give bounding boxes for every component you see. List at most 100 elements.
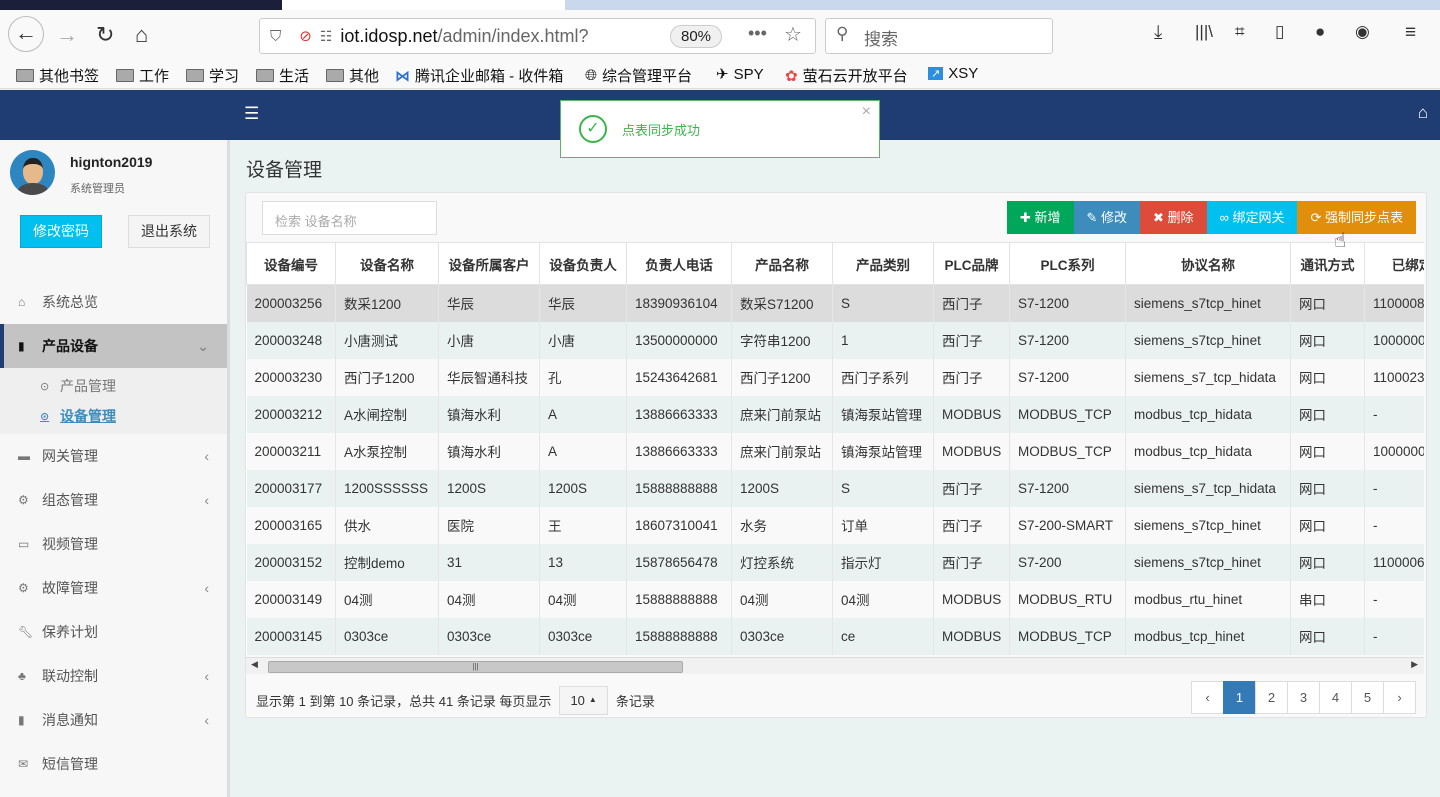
action-button[interactable]: ∞ 绑定网关: [1206, 201, 1298, 234]
page-button[interactable]: 2: [1255, 681, 1288, 714]
table-row[interactable]: 200003256 数采1200 华辰 华辰 18390936104 数采S71200 S 西…: [246, 284, 1424, 322]
page-button[interactable]: 1: [1223, 681, 1256, 714]
next-page-button[interactable]: ›: [1383, 681, 1416, 714]
column-header[interactable]: 设备所属客户: [438, 242, 540, 285]
scroll-right-icon[interactable]: ▶: [1411, 659, 1418, 670]
column-header[interactable]: 产品类别: [832, 242, 934, 285]
page-size-select[interactable]: 10 ▲: [559, 686, 608, 715]
bookmark-folder[interactable]: 工作: [116, 65, 169, 86]
table-cell: 小唐: [438, 321, 540, 359]
account-icon[interactable]: ◉: [1355, 22, 1370, 42]
sidebar-item[interactable]: ⚙ 组态管理 ‹: [0, 478, 227, 522]
sidebar-item[interactable]: ⌂ 系统总览: [0, 280, 227, 324]
sidebar-toggle-icon[interactable]: ☰: [244, 104, 259, 124]
reload-icon[interactable]: ↻: [96, 22, 114, 48]
table-cell: 200003211: [246, 432, 336, 470]
table-row[interactable]: 200003212 A水闸控制 镇海水利 A 13886663333 庶来门前泵站 镇海泵站…: [246, 395, 1424, 433]
scrollbar-thumb[interactable]: |||: [268, 661, 683, 673]
browser-search-input[interactable]: ⚲ 搜索: [825, 18, 1053, 54]
bookmark-link[interactable]: 🌐︎ 综合管理平台: [585, 65, 692, 86]
records-suffix: 条记录: [615, 694, 655, 709]
chevron-left-icon: ‹: [204, 448, 209, 464]
sidebar-icon[interactable]: ▯: [1275, 22, 1284, 42]
bookmark-star-icon[interactable]: ☆: [784, 22, 802, 47]
column-header[interactable]: 设备名称: [335, 242, 439, 285]
more-icon[interactable]: •••: [748, 23, 767, 44]
shield-icon: ⛉: [270, 27, 282, 45]
download-icon[interactable]: ⤓: [1154, 22, 1162, 44]
table-row[interactable]: 200003152 控制demo 31 13 15878656478 灯控系统 指示灯 西门子…: [246, 543, 1424, 581]
table-cell: 0303ce: [731, 617, 833, 655]
column-header[interactable]: 设备编号: [246, 242, 336, 285]
sidebar-subitem[interactable]: ⊙ 设备管理: [0, 401, 227, 431]
page-button[interactable]: 4: [1319, 681, 1352, 714]
table-cell: 04测: [832, 580, 934, 618]
bookmark-folder[interactable]: 生活: [256, 65, 309, 86]
table-cell: -: [1364, 395, 1424, 433]
sidebar-subitem[interactable]: ⊙ 产品管理: [0, 371, 227, 401]
library-icon[interactable]: |||\: [1195, 22, 1213, 42]
action-button[interactable]: ✖ 删除: [1140, 201, 1207, 234]
column-header[interactable]: 负责人电话: [626, 242, 732, 285]
plus-icon: ✚: [1019, 210, 1035, 225]
table-row[interactable]: 200003165 供水 医院王 18607310041 水务 订单 西门子 S7-200-S…: [246, 506, 1424, 544]
sidebar-item[interactable]: ⚙ 故障管理 ‹: [0, 566, 227, 610]
sidebar-item-label: 组态管理: [42, 492, 98, 508]
table-row[interactable]: 200003149 04测 04测 04测 15888888888 04测 04测 MODBU…: [246, 580, 1424, 618]
bookmark-link[interactable]: ⋈ 腾讯企业邮箱 - 收件箱: [395, 65, 563, 86]
back-icon[interactable]: ←: [8, 16, 44, 52]
sidebar-item[interactable]: ✉ 短信管理: [0, 742, 227, 786]
table-row[interactable]: 200003177 1200SSSSSS 1200S 1200S 15888888888…: [246, 469, 1424, 507]
table-cell: S: [832, 284, 934, 322]
action-button[interactable]: ✚ 新增: [1006, 201, 1074, 234]
table-cell: 西门子: [933, 469, 1010, 507]
column-header[interactable]: 通讯方式: [1290, 242, 1365, 285]
menu-icon[interactable]: ≡: [1405, 22, 1416, 44]
sidebar-item[interactable]: 🔧︎ 保养计划: [0, 610, 227, 654]
action-label: 修改: [1101, 210, 1128, 225]
chevron-left-icon: ‹: [204, 668, 209, 684]
table-cell: 1100008: [1364, 284, 1424, 322]
sidebar-item[interactable]: ▮ 消息通知 ‹: [0, 698, 227, 742]
bookmark-link[interactable]: ✈︎ SPY: [716, 65, 764, 84]
sidebar-item[interactable]: ▭ 视频管理: [0, 522, 227, 566]
url-bar[interactable]: ⛉ ⊘ ☷ iot.idosp.net/admin/index.html? 80…: [259, 18, 816, 54]
crop-icon[interactable]: ⌗: [1235, 22, 1245, 42]
bookmark-link[interactable]: ✿ 萤石云开放平台: [785, 65, 908, 86]
table-row[interactable]: 200003230 西门子1200 华辰智通科技孔 15243642681 西门子120…: [246, 358, 1424, 396]
bookmark-link[interactable]: ↗ XSY: [928, 65, 978, 82]
sidebar-item[interactable]: ▬ 网关管理 ‹: [0, 434, 227, 478]
close-icon[interactable]: ×: [862, 103, 871, 121]
column-header[interactable]: 协议名称: [1125, 242, 1291, 285]
prev-page-button[interactable]: ‹: [1191, 681, 1224, 714]
table-row[interactable]: 200003145 0303ce 0303ce 0303ce 15888888888 03…: [246, 617, 1424, 655]
column-header[interactable]: 已绑定网关: [1364, 242, 1424, 285]
table-row[interactable]: 200003211 A水泵控制 镇海水利 A 13886663333 庶来门前泵站 镇海泵站…: [246, 432, 1424, 470]
sidebar-item[interactable]: ▮ 产品设备 ⌄: [0, 324, 227, 368]
logout-button[interactable]: 退出系统: [128, 215, 210, 248]
action-button[interactable]: ✎ 修改: [1073, 201, 1141, 234]
table-row[interactable]: 200003248 小唐测试 小唐 小唐 13500000000 字符串1200 1 西门子 S…: [246, 321, 1424, 359]
bookmark-folder[interactable]: 其他: [326, 65, 379, 86]
column-header[interactable]: PLC品牌: [933, 242, 1010, 285]
page-button[interactable]: 5: [1351, 681, 1384, 714]
sidebar-item[interactable]: ♣ 联动控制 ‹: [0, 654, 227, 698]
home-icon[interactable]: ⌂: [135, 22, 148, 48]
horizontal-scrollbar[interactable]: ◀ ||| ▶: [246, 657, 1424, 674]
action-button[interactable]: ⟳ 强制同步点表: [1297, 201, 1416, 234]
home-icon[interactable]: ⌂: [1418, 103, 1428, 123]
scroll-left-icon[interactable]: ◀: [251, 659, 258, 670]
column-header[interactable]: 设备负责人: [539, 242, 627, 285]
change-password-button[interactable]: 修改密码: [20, 215, 102, 248]
bookmark-folder[interactable]: 其他书签: [16, 65, 99, 86]
column-header[interactable]: 产品名称: [731, 242, 833, 285]
column-header[interactable]: PLC系列: [1009, 242, 1126, 285]
zoom-level[interactable]: 80%: [670, 25, 723, 48]
page-button[interactable]: 3: [1287, 681, 1320, 714]
sidebar-subitem-label: 产品管理: [60, 378, 116, 394]
forward-icon[interactable]: →: [56, 22, 78, 48]
device-search-input[interactable]: 检索 设备名称: [262, 201, 437, 235]
chat-icon[interactable]: ●: [1315, 22, 1325, 42]
table-header-row: 设备编号 设备名称 设备所属客户 设备负责人 负责人电话 产品名称 产品类别 PLC品牌 PLC…: [246, 242, 1424, 285]
bookmark-folder[interactable]: 学习: [186, 65, 239, 86]
